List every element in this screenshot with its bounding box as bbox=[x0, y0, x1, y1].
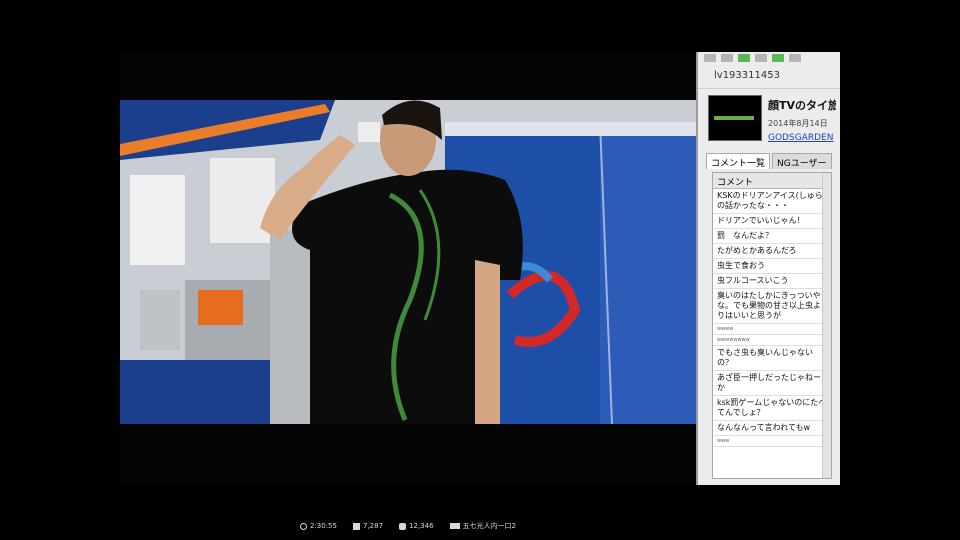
toolbar-button[interactable] bbox=[704, 54, 716, 62]
toolbar-button[interactable] bbox=[738, 54, 750, 62]
viewer-count: 7,287 bbox=[352, 522, 383, 530]
comment-scrollbar[interactable] bbox=[822, 173, 831, 478]
comment-row[interactable]: wwwwwwww bbox=[713, 335, 831, 346]
toolbar-button[interactable] bbox=[721, 54, 733, 62]
community-icon bbox=[449, 523, 460, 529]
tab-ng-users[interactable]: NGユーザー bbox=[772, 153, 832, 169]
comment-row[interactable]: www bbox=[713, 436, 831, 447]
comment-row[interactable]: 虫生で食おう bbox=[713, 259, 831, 274]
comment-count: 12,346 bbox=[399, 522, 434, 530]
broadcast-date: 2014年8月14日 bbox=[768, 119, 828, 128]
thumbnail-logo bbox=[714, 116, 754, 120]
panel-tabs: コメント一覧 NGユーザー bbox=[698, 153, 840, 169]
comment-column-header[interactable]: コメント bbox=[713, 173, 831, 189]
community-link[interactable]: GODSGARDEN bbox=[768, 133, 836, 143]
stream-viewer: 2:30:55 7,287 12,346 五七光人内一口2 lv19331145… bbox=[120, 0, 840, 540]
live-id: lv193311453 bbox=[698, 64, 840, 89]
community-label: 五七光人内一口2 bbox=[449, 521, 516, 531]
toolbar-button[interactable] bbox=[755, 54, 767, 62]
comment-row[interactable]: ドリアンでいいじゃん！ bbox=[713, 214, 831, 229]
comment-row[interactable]: なんなんって言われてもw bbox=[713, 421, 831, 436]
elapsed-time: 2:30:55 bbox=[299, 522, 337, 530]
comment-row[interactable]: でもさ虫も臭いんじゃないの？ bbox=[713, 346, 831, 371]
video-frame[interactable] bbox=[120, 100, 696, 424]
comment-row[interactable]: 罰 なんだよ？ bbox=[713, 229, 831, 244]
stream-status-bar: 2:30:55 7,287 12,346 五七光人内一口2 bbox=[120, 516, 696, 536]
comment-row[interactable]: 臭いのはたしかにきっついやな。でも果物の甘さ以上虫よりはいいと思うが bbox=[713, 289, 831, 324]
broadcast-info: 顔TVのタイ旅 2014年8月14日 GODSGARDEN bbox=[698, 89, 840, 145]
toolbar-button[interactable] bbox=[772, 54, 784, 62]
video-player[interactable]: 2:30:55 7,287 12,346 五七光人内一口2 bbox=[120, 52, 696, 530]
broadcast-thumbnail[interactable] bbox=[708, 95, 762, 141]
clock-icon bbox=[299, 522, 307, 530]
comment-row[interactable]: あざ臣一押しだったじゃねーか bbox=[713, 371, 831, 396]
broadcast-title: 顔TVのタイ旅 bbox=[768, 99, 836, 112]
comment-icon bbox=[399, 522, 407, 530]
side-panel: lv193311453 顔TVのタイ旅 2014年8月14日 GODSGARDE… bbox=[696, 52, 840, 485]
video-scene bbox=[120, 100, 696, 424]
viewer-icon bbox=[352, 522, 360, 530]
comment-row[interactable]: たがめとかあるんだろ bbox=[713, 244, 831, 259]
toolbar-button[interactable] bbox=[789, 54, 801, 62]
comment-row[interactable]: ksk罰ゲームじゃないのにたべてんでしょ？ bbox=[713, 396, 831, 421]
panel-toolbar bbox=[698, 52, 840, 64]
tab-comment-list[interactable]: コメント一覧 bbox=[706, 153, 771, 169]
comment-row[interactable]: KSKのドリアンアイス(しゅら)の話かったな・・・ bbox=[713, 189, 831, 214]
comment-row[interactable]: 虫フルコースいこう bbox=[713, 274, 831, 289]
comment-list[interactable]: コメント KSKのドリアンアイス(しゅら)の話かったな・・・ ドリアンでいいじゃ… bbox=[712, 172, 832, 479]
broadcast-text: 顔TVのタイ旅 2014年8月14日 GODSGARDEN bbox=[768, 95, 836, 145]
comment-row[interactable]: wwww bbox=[713, 324, 831, 335]
